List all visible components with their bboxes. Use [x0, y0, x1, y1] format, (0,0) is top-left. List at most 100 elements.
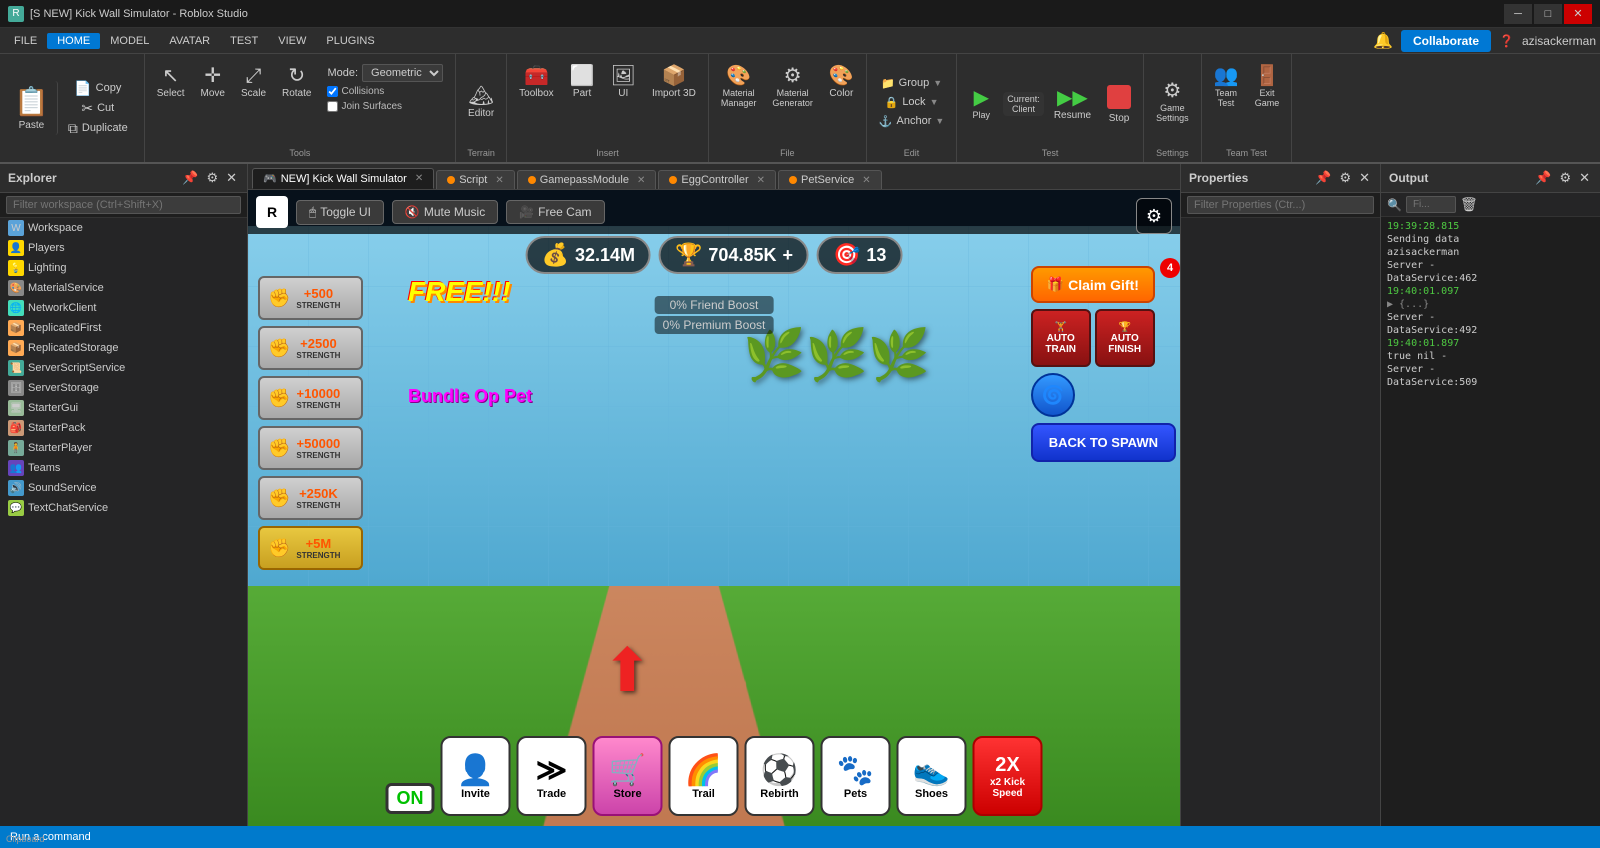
back-to-spawn-button[interactable]: BACK TO SPAWN: [1031, 423, 1176, 462]
explorer-item-starterpack[interactable]: 🎒 StarterPack: [0, 418, 247, 438]
editor-button[interactable]: 🏔 Editor: [462, 58, 500, 146]
cut-button[interactable]: ✂ Cut: [62, 99, 134, 117]
tab-close-1[interactable]: ✕: [495, 175, 503, 186]
notification-icon[interactable]: 🔔: [1373, 31, 1393, 51]
explorer-item-serverstorage[interactable]: 🗄 ServerStorage: [0, 378, 247, 398]
explorer-item-teams[interactable]: 👥 Teams: [0, 458, 247, 478]
strength-btn-50000[interactable]: ✊ +50000 STRENGTH: [258, 426, 363, 470]
kick-speed-button[interactable]: 2X x2 Kick Speed: [973, 736, 1043, 816]
duplicate-button[interactable]: ⧉ Duplicate: [62, 119, 134, 137]
material-generator-button[interactable]: ⚙ MaterialGenerator: [766, 62, 819, 112]
close-button[interactable]: ✕: [1564, 4, 1592, 24]
tab-close-4[interactable]: ✕: [862, 175, 870, 186]
play-button[interactable]: ▶ Play: [963, 84, 999, 124]
claim-gift-button[interactable]: 🎁 Claim Gift!: [1031, 266, 1155, 303]
properties-filter-input[interactable]: [1187, 196, 1374, 214]
explorer-item-startergui[interactable]: 🖥 StarterGui: [0, 398, 247, 418]
rotate-button[interactable]: ↻ Rotate: [276, 62, 317, 103]
menu-model[interactable]: MODEL: [100, 33, 159, 49]
scale-button[interactable]: ⤢ Scale: [235, 62, 272, 103]
toggle-ui-button[interactable]: 🖱 Toggle UI: [296, 200, 384, 225]
explorer-close-button[interactable]: ✕: [224, 168, 239, 188]
output-clear-button[interactable]: 🗑: [1460, 196, 1478, 213]
tab-petservice[interactable]: PetService ✕: [778, 170, 882, 189]
strength-btn-500[interactable]: ✊ +500 STRENGTH: [258, 276, 363, 320]
menu-home[interactable]: HOME: [47, 33, 100, 49]
group-button[interactable]: 📁 Group ▼: [873, 75, 950, 92]
explorer-item-serverscriptservice[interactable]: 📜 ServerScriptService: [0, 358, 247, 378]
rebirth-button[interactable]: ⚽ Rebirth: [745, 736, 815, 816]
properties-pin-button[interactable]: 📌: [1313, 168, 1333, 188]
explorer-item-replicatedfirst[interactable]: 📦 ReplicatedFirst: [0, 318, 247, 338]
minimize-button[interactable]: ─: [1504, 4, 1532, 24]
join-surfaces-checkbox[interactable]: [327, 101, 338, 112]
free-cam-button[interactable]: 🎥 Free Cam: [506, 200, 604, 224]
output-pin-button[interactable]: 📌: [1533, 168, 1553, 188]
explorer-item-players[interactable]: 👤 Players: [0, 238, 247, 258]
tab-close-2[interactable]: ✕: [637, 175, 645, 186]
strength-btn-2500[interactable]: ✊ +2500 STRENGTH: [258, 326, 363, 370]
copy-button[interactable]: 📄 Copy: [62, 79, 134, 97]
exit-game-button[interactable]: 🚪 ExitGame: [1249, 62, 1286, 112]
explorer-item-starterplayer[interactable]: 🧍 StarterPlayer: [0, 438, 247, 458]
ui-button[interactable]: 🖼 UI: [605, 62, 642, 103]
help-icon[interactable]: ❓: [1499, 34, 1514, 48]
toolbox-button[interactable]: 🧰 Toolbox: [513, 62, 559, 103]
maximize-button[interactable]: □: [1534, 4, 1562, 24]
strength-btn-5m[interactable]: ✊ +5M STRENGTH: [258, 526, 363, 570]
explorer-item-textchatservice[interactable]: 💬 TextChatService: [0, 498, 247, 518]
menu-test[interactable]: TEST: [220, 33, 268, 49]
view-settings-button[interactable]: ⚙: [1136, 198, 1172, 234]
lock-button[interactable]: 🔒 Lock ▼: [873, 94, 950, 111]
store-button[interactable]: 🛒 Store: [593, 736, 663, 816]
spin-button[interactable]: 🌀: [1031, 373, 1075, 417]
strength-btn-10000[interactable]: ✊ +10000 STRENGTH: [258, 376, 363, 420]
explorer-item-materialservice[interactable]: 🎨 MaterialService: [0, 278, 247, 298]
strength-btn-250k[interactable]: ✊ +250K STRENGTH: [258, 476, 363, 520]
explorer-item-soundservice[interactable]: 🔊 SoundService: [0, 478, 247, 498]
color-button[interactable]: 🎨 Color: [823, 62, 860, 103]
explorer-pin-button[interactable]: 📌: [180, 168, 200, 188]
anchor-button[interactable]: ⚓ Anchor ▼: [873, 113, 950, 130]
auto-train-button[interactable]: 🏋 AUTO TRAIN: [1031, 309, 1091, 367]
output-filter-input[interactable]: [1406, 196, 1456, 213]
tab-kick-wall-simulator[interactable]: 🎮 NEW] Kick Wall Simulator ✕: [252, 168, 434, 189]
explorer-settings-button[interactable]: ⚙: [204, 168, 220, 188]
trade-button[interactable]: ≫ Trade: [517, 736, 587, 816]
collisions-checkbox[interactable]: [327, 86, 338, 97]
shoes-button[interactable]: 👟 Shoes: [897, 736, 967, 816]
material-manager-button[interactable]: 🎨 MaterialManager: [715, 62, 763, 112]
resume-button[interactable]: ▶▶ Resume: [1048, 84, 1097, 125]
explorer-filter-input[interactable]: [6, 196, 241, 214]
explorer-item-networkclient[interactable]: 🌐 NetworkClient: [0, 298, 247, 318]
output-close-button[interactable]: ✕: [1577, 168, 1592, 188]
stop-button[interactable]: Stop: [1101, 81, 1137, 128]
explorer-item-lighting[interactable]: 💡 Lighting: [0, 258, 247, 278]
team-test-button[interactable]: 👥 TeamTest: [1208, 62, 1245, 112]
trail-button[interactable]: 🌈 Trail: [669, 736, 739, 816]
game-settings-button[interactable]: ⚙ GameSettings: [1150, 58, 1195, 146]
collaborate-button[interactable]: Collaborate: [1401, 30, 1491, 52]
explorer-item-workspace[interactable]: W Workspace: [0, 218, 247, 238]
tab-close-0[interactable]: ✕: [415, 173, 423, 184]
menu-file[interactable]: FILE: [4, 33, 47, 49]
tab-gamepassmodule[interactable]: GamepassModule ✕: [517, 170, 657, 189]
menu-avatar[interactable]: AVATAR: [159, 33, 220, 49]
tab-eggcontroller[interactable]: EggController ✕: [658, 170, 776, 189]
explorer-item-replicatedstorage[interactable]: 📦 ReplicatedStorage: [0, 338, 247, 358]
part-button[interactable]: ⬜ Part: [564, 62, 601, 103]
menu-plugins[interactable]: PLUGINS: [316, 33, 384, 49]
tab-script[interactable]: Script ✕: [436, 170, 515, 189]
pets-button[interactable]: 🐾 Pets: [821, 736, 891, 816]
select-button[interactable]: ↖ Select: [151, 62, 191, 103]
menu-view[interactable]: VIEW: [268, 33, 316, 49]
auto-finish-button[interactable]: 🏆 AUTO FINISH: [1095, 309, 1155, 367]
paste-button[interactable]: 📋 Paste: [6, 81, 58, 135]
mute-music-button[interactable]: 🔇 Mute Music: [392, 200, 498, 224]
move-button[interactable]: ✛ Move: [195, 62, 231, 103]
mode-select[interactable]: Geometric: [362, 64, 443, 82]
properties-close-button[interactable]: ✕: [1357, 168, 1372, 188]
output-settings-button[interactable]: ⚙: [1557, 168, 1573, 188]
invite-button[interactable]: 👤 Invite: [441, 736, 511, 816]
tab-close-3[interactable]: ✕: [757, 175, 765, 186]
